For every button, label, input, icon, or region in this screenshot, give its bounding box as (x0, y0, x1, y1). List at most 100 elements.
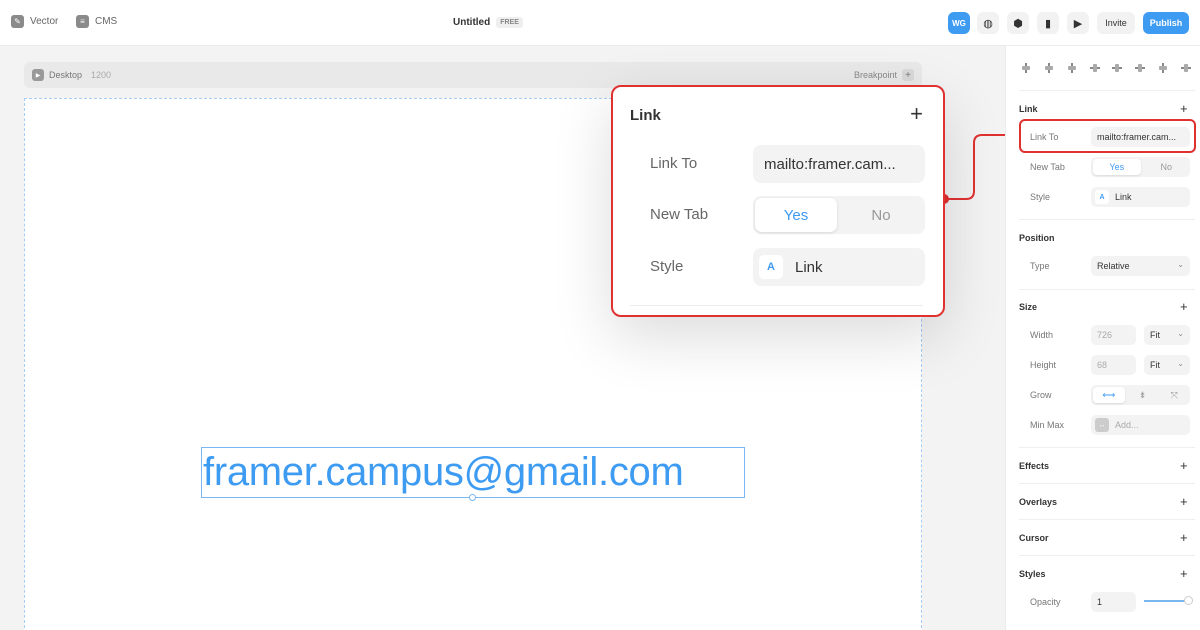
grow-both-icon[interactable]: ⤧ (1158, 385, 1190, 405)
cursor-section-title: Cursor (1019, 533, 1049, 543)
distribute-horizontal-icon[interactable] (1157, 62, 1169, 74)
globe-icon[interactable]: ◍ (977, 12, 999, 34)
resize-handle[interactable] (469, 494, 476, 501)
link-callout-zoom: Link + Link To mailto:framer.cam... New … (611, 85, 945, 317)
callout-new-tab-yes[interactable]: Yes (755, 198, 837, 232)
text-style-icon: A (1095, 190, 1109, 204)
grow-vertical-icon[interactable]: ⇟ (1127, 385, 1159, 405)
callout-link-to-field[interactable]: mailto:framer.cam... (753, 145, 925, 183)
callout-style-value: Link (795, 258, 823, 276)
grow-toggle: ⟷ ⇟ ⤧ (1091, 385, 1190, 405)
chevron-down-icon: ⌄ (1177, 329, 1184, 338)
type-label: Type (1030, 261, 1050, 271)
add-style-icon[interactable]: + (1180, 566, 1188, 581)
breakpoint-name: Desktop (49, 70, 83, 80)
grow-label: Grow (1030, 390, 1052, 400)
divider (1019, 519, 1195, 520)
cms-label: CMS (95, 16, 118, 27)
opacity-input[interactable]: 1 (1091, 592, 1136, 612)
opacity-slider-knob[interactable] (1184, 596, 1193, 605)
add-size-icon[interactable]: + (1180, 299, 1188, 314)
min-max-label: Min Max (1030, 420, 1065, 430)
preview-icon[interactable]: ▶ (32, 69, 44, 81)
vector-label: Vector (30, 16, 59, 27)
opacity-slider[interactable] (1144, 596, 1193, 605)
position-type-select[interactable]: Relative ⌄ (1091, 256, 1190, 276)
divider (1019, 289, 1195, 290)
position-type-value: Relative (1097, 261, 1130, 271)
styles-section-title: Styles (1019, 569, 1046, 579)
align-right-icon[interactable] (1066, 62, 1078, 74)
callout-title: Link (630, 107, 661, 124)
add-cursor-icon[interactable]: + (1180, 530, 1188, 545)
effects-section-title: Effects (1019, 461, 1050, 471)
height-mode-select[interactable]: Fit ⌄ (1144, 355, 1190, 375)
height-label: Height (1030, 360, 1057, 370)
plus-icon[interactable]: + (910, 101, 923, 127)
top-bar: ✎ Vector ≡ CMS Untitled FREE WG ◍ ⬢ ▮ ▶ … (0, 0, 1200, 46)
size-section-title: Size (1019, 302, 1038, 312)
min-max-field[interactable]: ↔ Add... (1091, 415, 1190, 435)
pen-icon: ✎ (11, 15, 24, 28)
text-style-icon: A (759, 255, 783, 279)
user-avatar[interactable]: WG (948, 12, 970, 34)
divider (630, 305, 923, 306)
add-link-icon[interactable]: + (1180, 101, 1188, 116)
callout-link-to-label: Link To (650, 155, 698, 172)
add-overlay-icon[interactable]: + (1180, 494, 1188, 509)
chevron-down-icon: ⌄ (1177, 260, 1184, 269)
style-field[interactable]: A Link (1091, 187, 1190, 207)
analytics-icon[interactable]: ▮ (1037, 12, 1059, 34)
divider (1019, 483, 1195, 484)
project-title[interactable]: Untitled FREE (453, 17, 523, 28)
divider (1019, 555, 1195, 556)
distribute-vertical-icon[interactable] (1180, 62, 1192, 74)
align-center-vertical-icon[interactable] (1111, 62, 1123, 74)
highlight-box (1019, 119, 1196, 153)
project-name: Untitled (453, 17, 491, 28)
align-bottom-icon[interactable] (1134, 62, 1146, 74)
chevron-down-icon: ⌄ (1177, 359, 1184, 368)
width-input[interactable]: 726 (1091, 325, 1136, 345)
align-top-icon[interactable] (1089, 62, 1101, 74)
invite-button[interactable]: Invite (1097, 12, 1135, 34)
opacity-label: Opacity (1030, 597, 1061, 607)
settings-icon[interactable]: ⬢ (1007, 12, 1029, 34)
callout-new-tab-no[interactable]: No (839, 198, 923, 232)
width-mode-select[interactable]: Fit ⌄ (1144, 325, 1190, 345)
width-label: Width (1030, 330, 1054, 340)
height-mode-value: Fit (1150, 360, 1160, 370)
new-tab-label: New Tab (1030, 162, 1065, 172)
divider (1019, 90, 1195, 91)
database-icon: ≡ (76, 15, 89, 28)
callout-new-tab-toggle: Yes No (753, 196, 925, 234)
plan-badge: FREE (496, 17, 523, 28)
breakpoint-width: 1200 (91, 70, 112, 80)
alignment-toolbar (1020, 62, 1192, 74)
add-breakpoint-button[interactable]: Breakpoint + (854, 69, 914, 81)
callout-style-label: Style (650, 258, 684, 275)
position-section-title: Position (1019, 233, 1055, 243)
new-tab-yes[interactable]: Yes (1093, 159, 1141, 175)
grow-horizontal-icon[interactable]: ⟷ (1093, 387, 1125, 403)
link-section-title: Link (1019, 104, 1038, 114)
align-left-icon[interactable] (1020, 62, 1032, 74)
publish-button[interactable]: Publish (1143, 12, 1189, 34)
resize-icon: ↔ (1095, 418, 1109, 432)
email-text-layer[interactable]: framer.campus@gmail.com (201, 447, 745, 498)
new-tab-no[interactable]: No (1143, 157, 1191, 177)
cms-menu[interactable]: ≡ CMS (76, 15, 117, 28)
plus-icon: + (902, 69, 914, 81)
callout-style-field[interactable]: A Link (753, 248, 925, 286)
play-icon[interactable]: ▶ (1067, 12, 1089, 34)
breakpoint-label[interactable]: ▶ Desktop 1200 (32, 69, 111, 81)
add-effect-icon[interactable]: + (1180, 458, 1188, 473)
vector-menu[interactable]: ✎ Vector (11, 15, 58, 28)
breakpoint-button-label: Breakpoint (853, 70, 897, 80)
style-value: Link (1115, 192, 1132, 202)
align-center-horizontal-icon[interactable] (1043, 62, 1055, 74)
min-max-value: Add... (1115, 420, 1139, 430)
height-input[interactable]: 68 (1091, 355, 1136, 375)
divider (1019, 447, 1195, 448)
overlays-section-title: Overlays (1019, 497, 1058, 507)
